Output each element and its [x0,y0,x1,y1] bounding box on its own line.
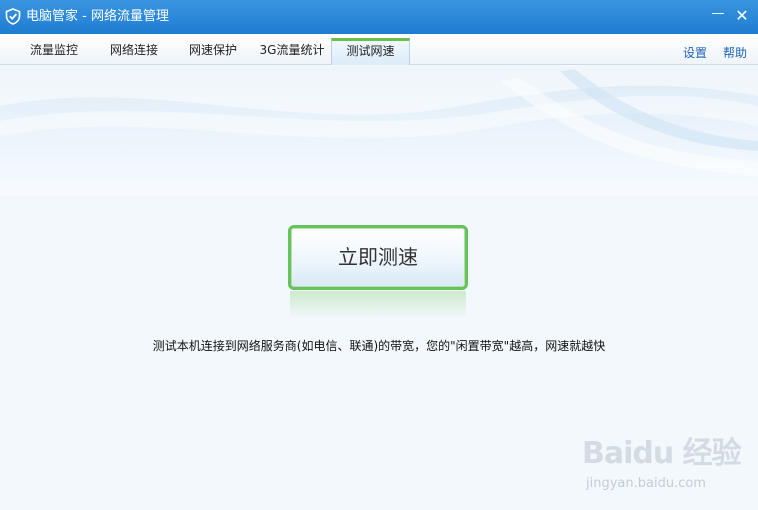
window-title: 电脑管家 - 网络流量管理 [26,9,169,24]
tab-network-connections[interactable]: 网络连接 [98,38,170,65]
banner-wave-decoration [0,66,758,176]
speed-test-description: 测试本机连接到网络服务商(如电信、联通)的带宽，您的"闲置带宽"越高，网速就越快 [152,339,606,353]
close-icon[interactable]: ✕ [733,7,751,25]
title-bar: 电脑管家 - 网络流量管理 — ✕ [0,0,758,34]
tab-speed-test[interactable]: 测试网速 [331,38,410,65]
help-link[interactable]: 帮助 [723,44,747,61]
start-speed-test-button[interactable]: 立即测速 [288,225,468,290]
button-reflection [290,291,466,319]
tab-3g-traffic-stats[interactable]: 3G流量统计 [254,38,330,65]
tab-bar: 流量监控 网络连接 网速保护 3G流量统计 测试网速 设置 帮助 [0,34,758,65]
shield-check-icon [5,8,21,25]
tab-traffic-monitor[interactable]: 流量监控 [18,38,90,65]
watermark-url: jingyan.baidu.com [586,476,706,491]
minimize-icon[interactable]: — [709,5,727,23]
tab-speed-protection[interactable]: 网速保护 [178,38,248,65]
settings-link[interactable]: 设置 [683,44,707,61]
baidu-jingyan-watermark: Baidu 经验 jingyan.baidu.com [580,428,750,498]
header-banner [0,66,758,196]
watermark-logo: Baidu 经验 [582,436,742,471]
